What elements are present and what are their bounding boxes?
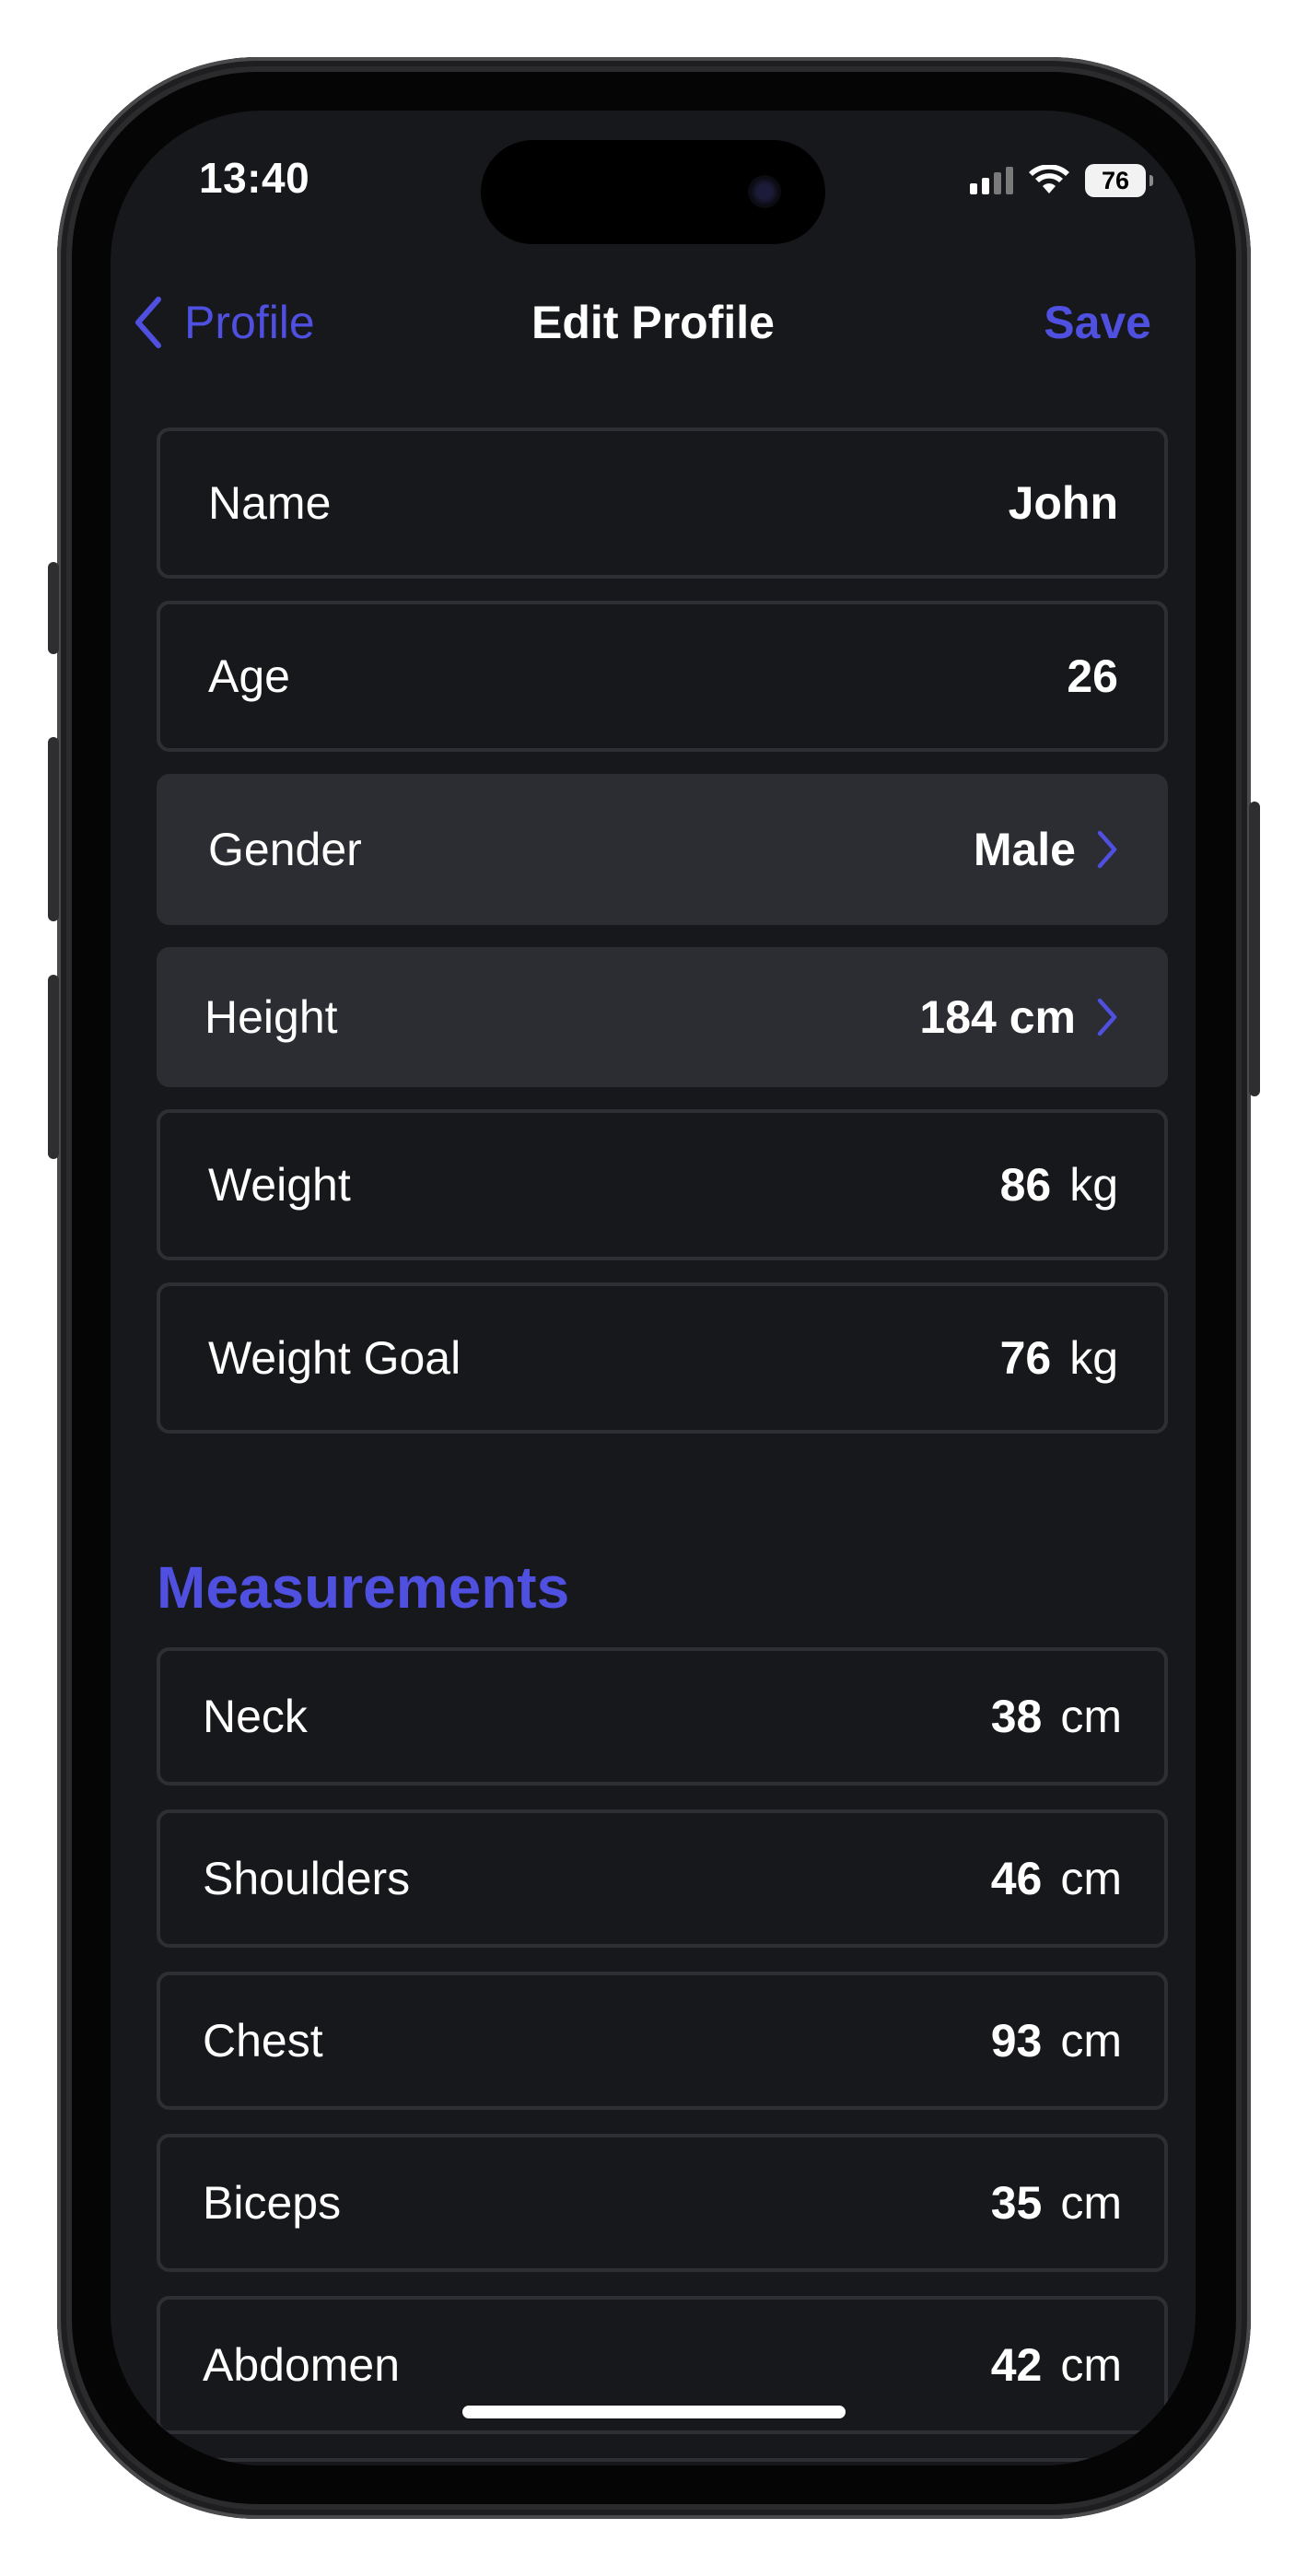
shoulders-field[interactable]: Shoulders 46 cm: [157, 1809, 1168, 1948]
screen: 13:40 76 Profile Edit Profile Save Name …: [111, 111, 1196, 2465]
battery-level: 76: [1101, 166, 1130, 194]
save-button[interactable]: Save: [1044, 276, 1151, 369]
unit-label: kg: [1069, 1332, 1118, 1384]
field-label: Weight Goal: [208, 1332, 461, 1384]
field-label: Abdomen: [203, 2339, 401, 2391]
unit-label: cm: [1060, 2177, 1122, 2229]
name-field[interactable]: Name John: [157, 427, 1168, 579]
weight-field[interactable]: Weight 86 kg: [157, 1109, 1168, 1260]
field-label: Biceps: [203, 2177, 342, 2229]
field-label: Chest: [203, 2015, 323, 2067]
chest-value: 93: [990, 2015, 1043, 2067]
gender-picker[interactable]: Gender Male: [157, 774, 1168, 925]
page-title: Edit Profile: [531, 297, 775, 348]
chevron-right-icon: [1096, 830, 1118, 869]
field-label: Shoulders: [203, 1853, 411, 1904]
gender-value: Male: [973, 824, 1076, 875]
front-camera-icon: [748, 175, 781, 208]
dynamic-island: [481, 140, 825, 244]
unit-label: cm: [1060, 1691, 1122, 1742]
height-picker[interactable]: Height 184 cm: [157, 947, 1168, 1087]
wifi-icon: [1029, 165, 1069, 193]
weight-goal-value: 76: [999, 1332, 1052, 1384]
chest-field[interactable]: Chest 93 cm: [157, 1972, 1168, 2110]
status-time: 13:40: [199, 154, 310, 202]
next-measurement-row[interactable]: [157, 2458, 1168, 2465]
section-title: Measurements: [157, 1554, 570, 1621]
field-label: Name: [208, 477, 332, 529]
age-field[interactable]: Age 26: [157, 601, 1168, 752]
neck-value: 38: [990, 1691, 1043, 1742]
action-button: [48, 562, 59, 654]
neck-field[interactable]: Neck 38 cm: [157, 1647, 1168, 1786]
field-label: Height: [204, 991, 338, 1043]
volume-down-button: [48, 975, 59, 1159]
abdomen-value: 42: [990, 2339, 1043, 2391]
battery-icon: 76: [1085, 164, 1153, 197]
unit-label: kg: [1069, 1159, 1118, 1211]
field-label: Gender: [208, 824, 362, 875]
field-label: Neck: [203, 1691, 308, 1742]
volume-up-button: [48, 737, 59, 921]
cellular-signal-icon: [970, 167, 1013, 194]
biceps-value: 35: [990, 2177, 1043, 2229]
unit-label: cm: [1060, 2015, 1122, 2067]
unit-label: cm: [1060, 1853, 1122, 1904]
biceps-field[interactable]: Biceps 35 cm: [157, 2134, 1168, 2272]
age-value: 26: [1067, 650, 1118, 702]
weight-value: 86: [999, 1159, 1052, 1211]
power-button: [1249, 802, 1260, 1096]
weight-goal-field[interactable]: Weight Goal 76 kg: [157, 1282, 1168, 1434]
field-label: Weight: [208, 1159, 351, 1211]
height-value: 184 cm: [919, 991, 1076, 1043]
name-value: John: [1008, 477, 1118, 529]
navigation-bar: Profile Edit Profile Save: [111, 276, 1196, 369]
shoulders-value: 46: [990, 1853, 1043, 1904]
chevron-right-icon: [1096, 998, 1118, 1036]
status-indicators: 76: [970, 160, 1153, 201]
unit-label: cm: [1060, 2339, 1122, 2391]
field-label: Age: [208, 650, 290, 702]
home-indicator[interactable]: [462, 2406, 846, 2418]
